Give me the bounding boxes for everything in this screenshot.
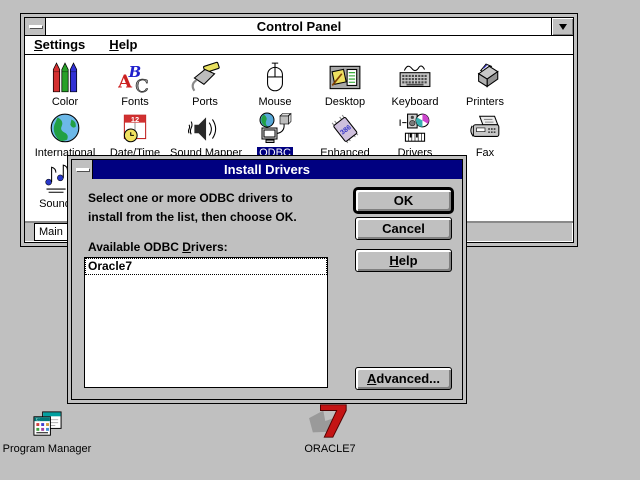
- cpl-icon-mouse[interactable]: Mouse: [240, 61, 310, 108]
- odbc-icon: [258, 112, 292, 146]
- system-menu-button[interactable]: [25, 18, 46, 35]
- oracle7-icon: [301, 401, 359, 441]
- advanced-button[interactable]: Advanced...: [355, 367, 452, 390]
- mouse-icon: [258, 61, 292, 95]
- oracle7-icon-group[interactable]: ORACLE7: [288, 401, 372, 455]
- cancel-button[interactable]: Cancel: [355, 217, 452, 240]
- system-menu-icon: [76, 168, 89, 171]
- cpl-icon-keyboard[interactable]: Keyboard: [380, 61, 450, 108]
- oracle7-label: ORACLE7: [288, 443, 372, 455]
- menu-settings[interactable]: Settings: [34, 36, 85, 54]
- cpl-icon-desktop[interactable]: Desktop: [310, 61, 380, 108]
- cpl-icon-datetime[interactable]: 12 Date/Time: [100, 112, 170, 159]
- fonts-icon: A B C: [118, 61, 152, 95]
- cpl-icon-enhanced[interactable]: 386 Enhanced: [310, 112, 380, 159]
- install-drivers-dialog: Install Drivers Select one or more ODBC …: [67, 155, 467, 404]
- desktop-icon: [328, 61, 362, 95]
- keyboard-icon: [398, 61, 432, 95]
- menu-help[interactable]: Help: [109, 36, 137, 54]
- datetime-icon: 12: [118, 112, 152, 146]
- window-title: Control Panel: [25, 18, 573, 35]
- menu-bar: Settings Help: [25, 36, 573, 55]
- cpl-icon-ports[interactable]: Ports: [170, 61, 240, 108]
- svg-text:C:: C:: [35, 418, 39, 422]
- ok-button[interactable]: OK: [355, 189, 452, 212]
- odbc-drivers-listbox[interactable]: Oracle7: [84, 257, 328, 388]
- dialog-instruction: Select one or more ODBC drivers to insta…: [88, 189, 297, 227]
- help-button[interactable]: Help: [355, 249, 452, 272]
- dialog-title: Install Drivers: [72, 160, 462, 179]
- desktop: Control Panel Settings Help: [0, 0, 640, 480]
- cpl-icon-odbc[interactable]: ODBC: [240, 112, 310, 159]
- sound-mapper-icon: [188, 112, 222, 146]
- color-icon: [48, 61, 82, 95]
- cpl-icon-drivers[interactable]: Drivers: [380, 112, 450, 159]
- system-menu-icon: [29, 25, 42, 28]
- ports-icon: [188, 61, 222, 95]
- drivers-icon: [398, 112, 432, 146]
- list-item-oracle7[interactable]: Oracle7: [85, 258, 327, 275]
- arrow-down-icon: [559, 24, 567, 30]
- svg-text:C: C: [135, 76, 149, 95]
- program-manager-icon: C:: [32, 410, 63, 441]
- dialog-titlebar[interactable]: Install Drivers: [72, 160, 462, 179]
- international-icon: [48, 112, 82, 146]
- dialog-body: Select one or more ODBC drivers to insta…: [72, 179, 462, 399]
- program-manager-label: Program Manager: [1, 443, 93, 455]
- cpl-icon-fonts[interactable]: A B C Fonts: [100, 61, 170, 108]
- cpl-icon-fax[interactable]: Fax: [450, 112, 520, 159]
- dialog-system-menu-button[interactable]: [72, 160, 93, 179]
- enhanced-icon: 386: [328, 112, 362, 146]
- cpl-icon-sound-mapper[interactable]: Sound Mapper: [170, 112, 240, 159]
- printers-icon: [468, 61, 502, 95]
- program-manager-icon-group[interactable]: C: Program Manager: [1, 410, 93, 455]
- available-drivers-label: Available ODBC Drivers:: [88, 240, 228, 254]
- minimize-button[interactable]: [551, 18, 573, 35]
- cpl-icon-international[interactable]: International: [30, 112, 100, 159]
- cpl-icon-printers[interactable]: Printers: [450, 61, 520, 108]
- cpl-icon-color[interactable]: Color: [30, 61, 100, 108]
- fax-icon: [468, 112, 502, 146]
- control-panel-titlebar[interactable]: Control Panel: [25, 18, 573, 36]
